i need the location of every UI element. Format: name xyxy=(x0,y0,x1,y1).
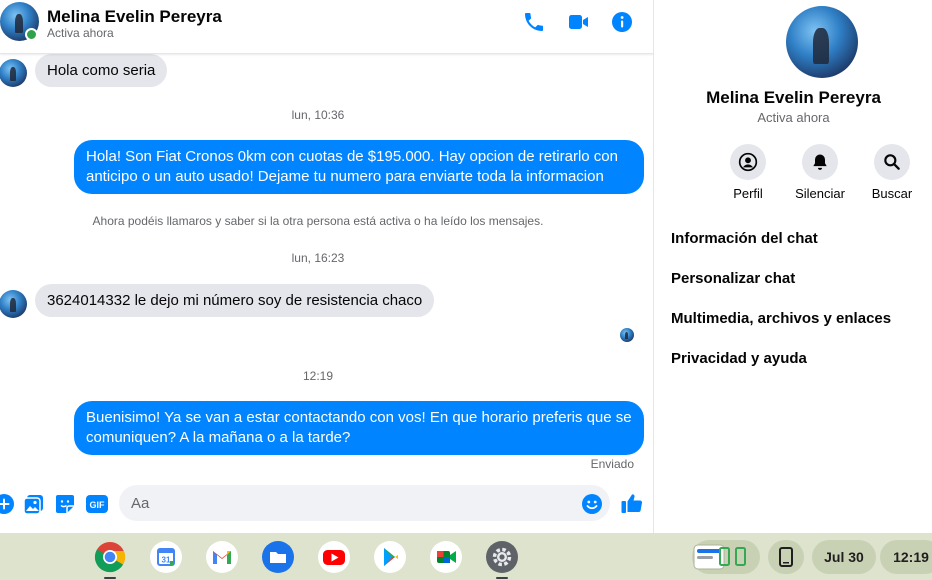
menu-chat-info[interactable]: Información del chat xyxy=(671,230,818,247)
profile-button[interactable]: Perfil xyxy=(713,144,783,201)
menu-media-files-links[interactable]: Multimedia, archivos y enlaces xyxy=(671,310,891,327)
phone-hub-icon xyxy=(693,544,746,570)
profile-label: Perfil xyxy=(733,186,763,201)
calendar-day: 31 xyxy=(162,556,171,565)
running-indicator xyxy=(104,577,116,579)
contact-status: Activa ahora xyxy=(47,26,114,40)
chat-pane: Melina Evelin Pereyra Activa ahora Hola … xyxy=(0,0,654,533)
settings-icon[interactable] xyxy=(486,541,518,573)
search-icon xyxy=(874,144,910,180)
plus-icon[interactable] xyxy=(0,492,16,516)
video-camera-icon[interactable] xyxy=(566,10,590,34)
running-indicator xyxy=(496,577,508,579)
sender-avatar xyxy=(0,59,27,87)
system-notice: Ahora podéis llamaros y saber si la otra… xyxy=(92,214,544,228)
menu-privacy-help[interactable]: Privacidad y ayuda xyxy=(671,350,807,367)
taskbar-shelf: 31 Jul 30 12:19 xyxy=(0,533,932,580)
message-incoming[interactable]: Hola como seria xyxy=(35,54,168,87)
holding-space-tray[interactable] xyxy=(692,540,760,574)
phone-icon[interactable] xyxy=(522,10,546,34)
time-separator: lun, 10:36 xyxy=(291,108,345,122)
smartphone-icon xyxy=(779,547,793,567)
chat-info-panel: Melina Evelin Pereyra Activa ahora Perfi… xyxy=(655,0,932,533)
bell-icon xyxy=(802,144,838,180)
menu-customize-chat[interactable]: Personalizar chat xyxy=(671,270,795,287)
message-list[interactable]: Hola como seria lun, 10:36 Hola! Son Fia… xyxy=(0,54,653,479)
thumbs-up-icon[interactable] xyxy=(620,491,644,515)
contact-name[interactable]: Melina Evelin Pereyra xyxy=(47,7,222,27)
time-separator: lun, 16:23 xyxy=(291,251,345,265)
search-button[interactable]: Buscar xyxy=(857,144,927,201)
composer-bar: GIF xyxy=(0,479,653,533)
message-incoming[interactable]: 3624014332 le dejo mi número soy de resi… xyxy=(35,284,435,317)
chrome-icon[interactable] xyxy=(94,541,126,573)
message-outgoing[interactable]: Buenisimo! Ya se van a estar contactando… xyxy=(74,401,644,455)
info-contact-name: Melina Evelin Pereyra xyxy=(706,88,881,107)
youtube-icon[interactable] xyxy=(318,541,350,573)
emoji-icon[interactable] xyxy=(580,492,604,516)
gmail-icon[interactable] xyxy=(206,541,238,573)
mute-label: Silenciar xyxy=(795,186,845,201)
mute-button[interactable]: Silenciar xyxy=(785,144,855,201)
message-outgoing[interactable]: Hola! Son Fiat Cronos 0km con cuotas de … xyxy=(74,140,644,194)
time-separator: 12:19 xyxy=(302,369,334,383)
info-contact-status: Activa ahora xyxy=(757,110,830,125)
delivery-status: Enviado xyxy=(590,457,634,471)
sender-avatar xyxy=(0,290,27,318)
gif-label: GIF xyxy=(90,500,106,510)
seen-receipt-avatar xyxy=(620,328,634,342)
play-store-icon[interactable] xyxy=(374,541,406,573)
search-label: Buscar xyxy=(871,186,913,201)
profile-icon xyxy=(730,144,766,180)
online-indicator xyxy=(25,28,38,41)
clock-button[interactable]: 12:19 xyxy=(880,540,932,574)
calendar-icon[interactable]: 31 xyxy=(150,541,182,573)
info-icon[interactable] xyxy=(610,10,634,34)
files-icon[interactable] xyxy=(262,541,294,573)
sticker-icon[interactable] xyxy=(53,492,77,516)
gif-icon[interactable]: GIF xyxy=(85,492,109,516)
phone-hub-button[interactable] xyxy=(768,540,804,574)
chat-header: Melina Evelin Pereyra Activa ahora xyxy=(0,0,653,54)
profile-photo[interactable] xyxy=(786,6,858,78)
message-input[interactable] xyxy=(119,485,610,521)
meet-icon[interactable] xyxy=(430,541,462,573)
date-button[interactable]: Jul 30 xyxy=(812,540,876,574)
image-icon[interactable] xyxy=(22,492,46,516)
